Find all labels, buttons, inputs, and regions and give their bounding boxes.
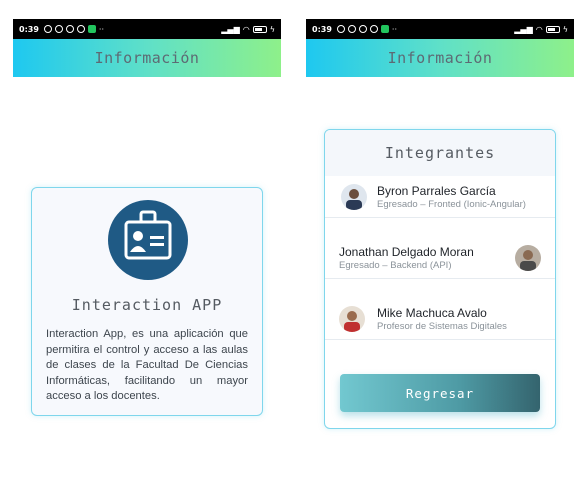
signal-icon: ▂▄▆ [514, 24, 533, 34]
app-info-card: Interaction APP Interaction App, es una … [31, 187, 263, 416]
notification-icons: ·· [336, 24, 397, 34]
members-screen: 0:39 ·· ▂▄▆ ◠ ϟ Información Integrantes [306, 19, 574, 489]
whatsapp-icon [380, 25, 389, 33]
info-screen: 0:39 ·· ▂▄▆ ◠ ϟ Información Interaction … [13, 19, 281, 489]
members-header: Integrantes [325, 130, 555, 176]
id-badge-icon [108, 200, 188, 280]
member-name: Mike Machuca Avalo [377, 306, 487, 320]
instagram-icon [76, 25, 85, 33]
battery-icon [545, 25, 560, 33]
instagram-icon [358, 25, 367, 33]
status-bar: 0:39 ·· ▂▄▆ ◠ ϟ [306, 19, 574, 39]
status-time: 0:39 [312, 24, 332, 34]
wifi-icon: ◠ [242, 24, 250, 34]
status-time: 0:39 [19, 24, 39, 34]
notification-icon [43, 25, 52, 33]
avatar-icon [339, 306, 365, 332]
wifi-icon: ◠ [535, 24, 543, 34]
app-name: Interaction APP [71, 296, 223, 314]
more-dots-icon: ·· [391, 24, 397, 34]
member-role: Profesor de Sistemas Digitales [377, 321, 507, 332]
back-button[interactable]: Regresar [340, 374, 540, 412]
avatar-icon [515, 245, 541, 271]
system-icons: ▂▄▆ ◠ ϟ [514, 25, 568, 34]
member-item[interactable]: Mike Machuca Avalo Profesor de Sistemas … [325, 298, 555, 340]
member-name: Byron Parrales García [377, 184, 496, 198]
app-description: Interaction App, es una aplicación que p… [46, 328, 248, 402]
page-title: Información [94, 49, 200, 67]
signal-icon: ▂▄▆ [221, 24, 240, 34]
app-bar: Información [13, 39, 281, 77]
instagram-icon [65, 25, 74, 33]
members-card: Integrantes Byron Parrales García Egresa… [324, 129, 556, 429]
member-item[interactable]: Byron Parrales García Egresado – Fronted… [325, 176, 555, 218]
member-role: Egresado – Fronted (Ionic-Angular) [377, 199, 526, 210]
charging-icon: ϟ [562, 24, 568, 34]
system-icons: ▂▄▆ ◠ ϟ [221, 25, 275, 34]
member-name: Jonathan Delgado Moran [339, 245, 474, 259]
member-item[interactable]: Jonathan Delgado Moran Egresado – Backen… [325, 237, 555, 279]
notification-icons: ·· [43, 24, 104, 34]
app-bar: Información [306, 39, 574, 77]
more-dots-icon: ·· [98, 24, 104, 34]
instagram-icon [369, 25, 378, 33]
whatsapp-icon [87, 25, 96, 33]
avatar-icon [341, 184, 367, 210]
page-title: Información [387, 49, 493, 67]
members-title: Integrantes [384, 144, 496, 162]
charging-icon: ϟ [269, 24, 275, 34]
notification-icon [336, 25, 345, 33]
headphones-icon [347, 25, 356, 33]
headphones-icon [54, 25, 63, 33]
battery-icon [252, 25, 267, 33]
status-bar: 0:39 ·· ▂▄▆ ◠ ϟ [13, 19, 281, 39]
member-role: Egresado – Backend (API) [339, 260, 452, 271]
